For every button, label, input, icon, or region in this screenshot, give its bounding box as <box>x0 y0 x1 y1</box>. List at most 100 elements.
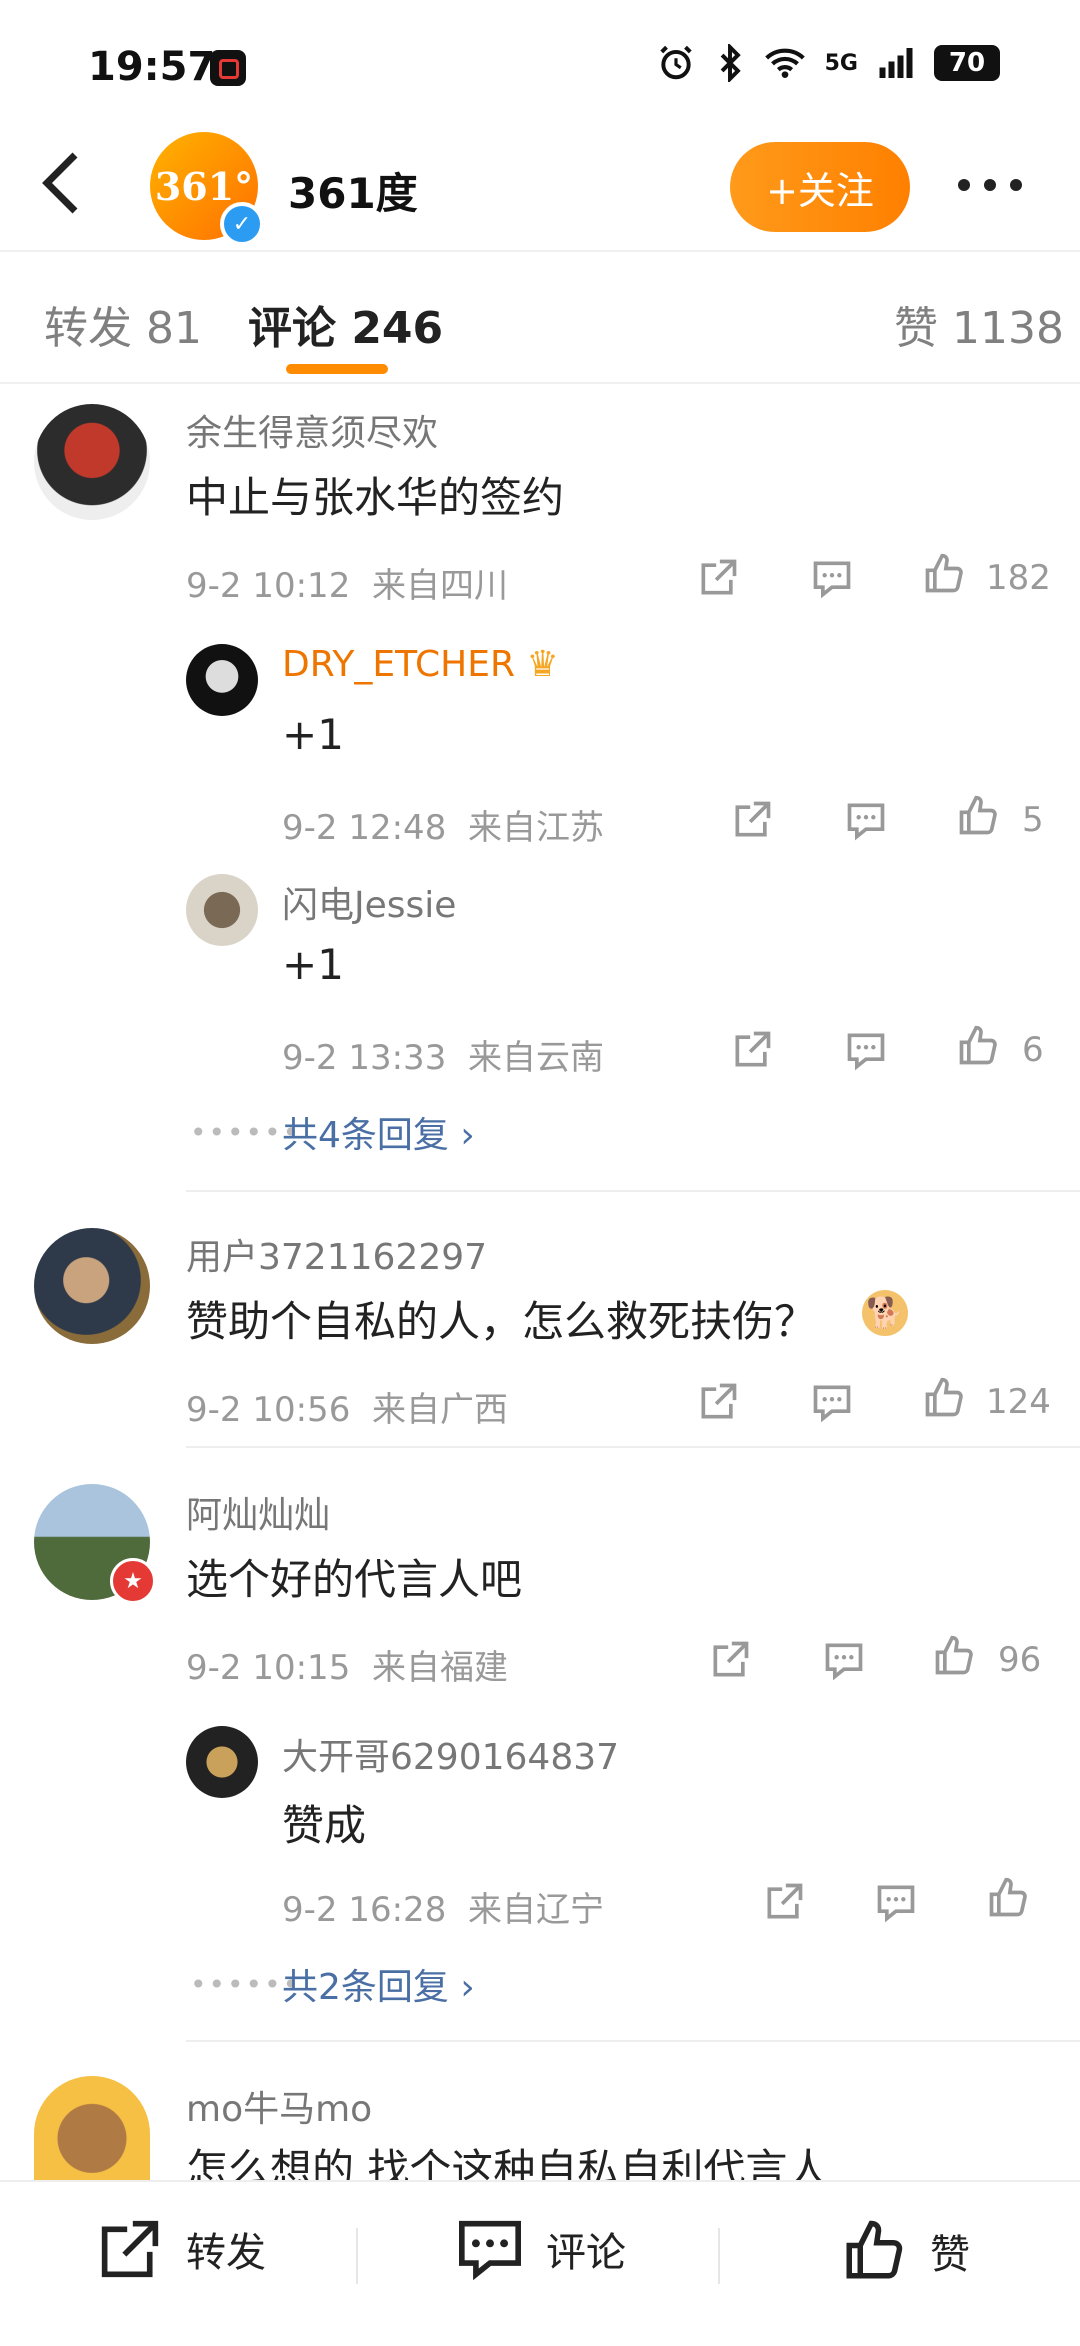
like-count: 6 <box>1022 1030 1044 1070</box>
view-more-replies-link[interactable]: 共4条回复 › <box>282 1106 475 1158</box>
view-more-replies-link[interactable]: 共2条回复 › <box>282 1958 475 2010</box>
wifi-icon <box>764 48 805 78</box>
like-count: 5 <box>1022 800 1044 840</box>
comment-meta: 9-2 10:56 来自广西 <box>186 1382 508 1431</box>
like-button[interactable]: 赞 <box>840 2218 970 2284</box>
reply-text: +1 <box>282 940 344 989</box>
reply-username[interactable]: 大开哥6290164837 <box>282 1728 619 1780</box>
comment-label: 评论 <box>546 2230 626 2276</box>
divider <box>186 2040 1080 2042</box>
like-count: 124 <box>986 1382 1051 1422</box>
bluetooth-icon <box>720 44 741 82</box>
comment-text: 赞助个自私的人，怎么救死扶伤？ <box>186 1288 816 1349</box>
comment-time: 9-2 10:15 <box>186 1648 351 1688</box>
reply-icon[interactable] <box>874 1880 918 1924</box>
share-icon[interactable] <box>730 1028 774 1072</box>
comment-icon <box>459 2220 521 2280</box>
repost-button[interactable]: 转发 <box>96 2218 266 2280</box>
reply-location: 来自辽宁 <box>467 1890 604 1930</box>
thumbs-up-icon[interactable] <box>956 1024 1000 1068</box>
alarm-icon <box>659 45 692 80</box>
crown-icon: ♛ <box>526 644 559 685</box>
reply-username[interactable]: DRY_ETCHER ♛ <box>282 644 559 685</box>
reply-location: 来自云南 <box>467 1038 604 1078</box>
comment-meta: 9-2 10:15 来自福建 <box>186 1640 508 1689</box>
comment-text-content: 赞助个自私的人，怎么救死扶伤？ <box>186 1297 817 1346</box>
back-button[interactable] <box>36 148 96 228</box>
app-notification-icon <box>210 50 246 86</box>
verified-badge-icon: ✓ <box>220 202 264 246</box>
comment-username[interactable]: 阿灿灿灿 <box>186 1486 330 1538</box>
like-count: 96 <box>998 1640 1042 1680</box>
share-icon <box>101 2220 159 2278</box>
thumbs-up-icon[interactable] <box>932 1634 976 1678</box>
like-count: 182 <box>986 558 1051 598</box>
comment-location: 来自四川 <box>371 566 508 606</box>
comment-text: 怎么想的 找个这种自私自利代言人 <box>186 2145 830 2180</box>
avatar[interactable] <box>186 1726 258 1798</box>
more-options-icon[interactable] <box>958 170 1038 200</box>
comment-text: 选个好的代言人吧 <box>186 1555 523 1604</box>
reply-icon[interactable] <box>822 1638 866 1682</box>
share-icon[interactable] <box>730 798 774 842</box>
chevron-left-icon <box>42 152 78 214</box>
reply-meta: 9-2 13:33 来自云南 <box>282 1030 604 1079</box>
repost-label: 转发 <box>186 2230 266 2276</box>
thumbs-up-icon[interactable] <box>956 794 1000 838</box>
comment-text: 中止与张水华的签约 <box>186 473 565 522</box>
status-bar: 19:57 5G 70 <box>0 0 1080 130</box>
thumbs-up-icon[interactable] <box>922 1376 966 1420</box>
page-title[interactable]: 361度 <box>288 160 418 221</box>
reply-text: +1 <box>282 710 344 759</box>
reply-time: 9-2 16:28 <box>282 1890 447 1930</box>
share-icon[interactable] <box>696 556 740 600</box>
comment-time: 9-2 10:12 <box>186 566 351 606</box>
share-icon[interactable] <box>696 1380 740 1424</box>
follow-button[interactable]: +关注 <box>730 142 910 232</box>
reply-meta: 9-2 12:48 来自江苏 <box>282 800 604 849</box>
comment-time: 9-2 10:56 <box>186 1390 351 1430</box>
reply-username-text: DRY_ETCHER <box>282 644 516 685</box>
signal-icon <box>879 48 913 78</box>
reply-text: 赞成 <box>282 1801 367 1850</box>
reply-icon[interactable] <box>844 798 888 842</box>
thumbs-up-icon[interactable] <box>922 552 966 596</box>
thumbs-up-icon <box>846 2220 903 2279</box>
reply-time: 9-2 12:48 <box>282 808 447 848</box>
status-icons: 5G 70 <box>657 44 1000 82</box>
reply-username[interactable]: 闪电Jessie <box>282 876 456 928</box>
status-time: 19:57 <box>88 44 216 90</box>
divider <box>186 1446 1080 1448</box>
comment-username[interactable]: 用户3721162297 <box>186 1228 487 1280</box>
like-label: 赞 <box>930 2232 970 2278</box>
star-badge-icon: ★ <box>110 1558 156 1604</box>
comment-button[interactable]: 评论 <box>456 2218 626 2280</box>
battery-indicator: 70 <box>934 45 1000 81</box>
reply-meta: 9-2 16:28 来自辽宁 <box>282 1882 604 1931</box>
reply-location: 来自江苏 <box>467 808 604 848</box>
active-tab-indicator <box>286 364 388 374</box>
tab-comments[interactable]: 评论 246 <box>248 292 443 356</box>
comment-username[interactable]: mo牛马mo <box>186 2080 372 2132</box>
thumbs-up-icon[interactable] <box>986 1876 1030 1920</box>
tab-repost[interactable]: 转发 81 <box>44 292 202 356</box>
reply-icon[interactable] <box>810 556 854 600</box>
comment-meta: 9-2 10:12 来自四川 <box>186 558 508 607</box>
divider <box>0 382 1080 384</box>
reply-time: 9-2 13:33 <box>282 1038 447 1078</box>
comment-username[interactable]: 余生得意须尽欢 <box>186 404 438 456</box>
reply-icon[interactable] <box>844 1028 888 1072</box>
avatar[interactable] <box>34 404 150 520</box>
comment-location: 来自广西 <box>371 1390 508 1430</box>
avatar[interactable] <box>186 644 258 716</box>
avatar[interactable] <box>34 2076 150 2180</box>
share-icon[interactable] <box>708 1638 752 1682</box>
avatar[interactable] <box>186 874 258 946</box>
divider <box>718 2228 720 2284</box>
divider <box>0 250 1080 252</box>
tab-likes[interactable]: 赞 1138 <box>894 292 1064 356</box>
share-icon[interactable] <box>762 1880 806 1924</box>
reply-icon[interactable] <box>810 1380 854 1424</box>
avatar[interactable] <box>34 1228 150 1344</box>
doge-emoji-icon: 🐕 <box>862 1290 908 1336</box>
